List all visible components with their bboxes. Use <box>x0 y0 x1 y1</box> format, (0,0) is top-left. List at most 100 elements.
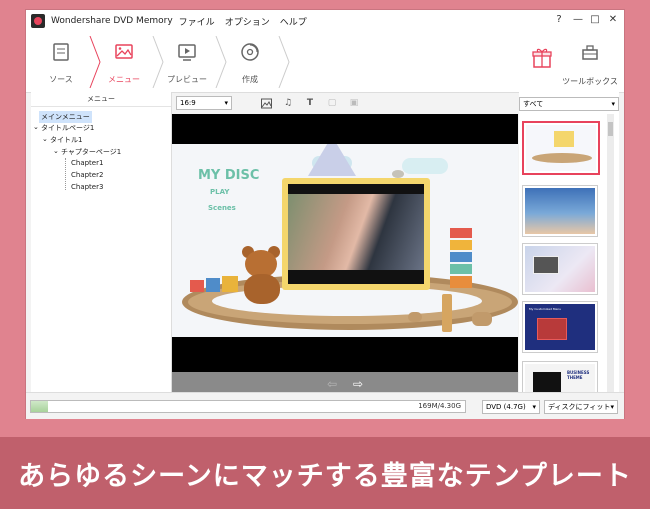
help-button[interactable]: ? <box>552 13 566 27</box>
prev-page-button[interactable]: ⇦ <box>327 377 337 391</box>
template-panel: すべて ▾ My Customized Menu BUSINESS THEME <box>519 92 619 393</box>
toy-train <box>190 274 240 296</box>
template-preview-image <box>525 188 595 234</box>
toolbox-label: ツールボックス <box>562 77 618 86</box>
template-scrollbar[interactable] <box>607 114 614 392</box>
source-icon <box>53 43 69 61</box>
maximize-button[interactable]: □ <box>588 13 602 27</box>
fit-mode-value: ディスクにフィット <box>548 403 611 411</box>
aspect-ratio-value: 16:9 <box>180 99 196 107</box>
template-thumbnail[interactable]: My Customized Menu <box>522 301 598 353</box>
chevron-down-icon: ▾ <box>224 99 228 107</box>
music-icon[interactable]: ♫ <box>282 97 294 109</box>
triangle-shape <box>308 144 356 176</box>
tree-item-main-menu[interactable]: メインメニュー <box>39 111 92 123</box>
crop-icon[interactable]: ▢ <box>326 97 338 109</box>
menu-preview-canvas[interactable]: MY DISC PLAY Scenes <box>172 114 518 372</box>
gift-icon <box>532 48 552 68</box>
step-menu[interactable]: メニュー <box>93 32 155 92</box>
toolbox-button[interactable]: ツールボックス <box>562 40 618 86</box>
chevron-down-icon: ▾ <box>610 403 614 411</box>
step-source[interactable]: ソース <box>30 32 92 92</box>
bear-body <box>244 274 280 304</box>
tree-expander-icon[interactable]: ⌄ <box>42 135 48 143</box>
step-menu-label: メニュー <box>108 75 140 84</box>
scene-play-button[interactable]: PLAY <box>210 188 229 196</box>
template-thumbnail[interactable]: BUSINESS THEME <box>522 361 598 393</box>
tree-item-chapter-page[interactable]: チャプターページ1 <box>61 147 121 157</box>
template-filter-value: すべて <box>523 100 544 108</box>
template-preview-image: BUSINESS THEME <box>525 364 595 393</box>
tree-expander-icon[interactable]: ⌄ <box>33 123 39 131</box>
next-page-button[interactable]: ⇨ <box>353 377 363 391</box>
train-car <box>222 276 238 292</box>
tree-item-chapter[interactable]: Chapter1 <box>71 159 103 167</box>
tree-item-chapter[interactable]: Chapter2 <box>71 171 103 179</box>
editor-toolbar: 16:9 ▾ ♫ T ▢ ▣ <box>172 92 518 114</box>
minimize-button[interactable]: — <box>571 13 585 27</box>
template-thumbnail[interactable] <box>522 185 598 237</box>
menu-editor: 16:9 ▾ ♫ T ▢ ▣ MY DISC PLAY Scenes ⇦ ⇨ <box>172 92 518 396</box>
app-window: Wondershare DVD Memory ファイル オプション ヘルプ ? … <box>26 10 624 419</box>
tree-item-chapter[interactable]: Chapter3 <box>71 183 103 191</box>
rock-shape <box>392 170 404 178</box>
toolbox-icon <box>582 45 598 60</box>
template-thumbnail[interactable] <box>522 243 598 295</box>
step-burn[interactable]: 作成 <box>219 32 281 92</box>
thumb-frame <box>533 372 561 393</box>
disc-usage-text: 169M/4.30G <box>418 402 461 410</box>
disc-usage-fill <box>31 401 48 412</box>
menu-image-icon <box>115 44 133 59</box>
template-preview-image <box>525 246 595 292</box>
block-tower <box>450 228 472 298</box>
caption-text: あらゆるシーンにマッチする豊富なテンプレート <box>18 460 632 492</box>
block <box>450 228 472 238</box>
step-source-label: ソース <box>49 75 73 84</box>
template-preview-image <box>526 125 596 171</box>
app-title: Wondershare DVD Memory <box>51 16 173 26</box>
scrollbar-thumb[interactable] <box>608 122 613 136</box>
step-preview[interactable]: プレビュー <box>156 32 218 92</box>
block <box>450 276 472 288</box>
tree-item-title[interactable]: タイトル1 <box>50 135 82 145</box>
chevron-down-icon: ▾ <box>532 403 536 411</box>
template-filter-select[interactable]: すべて ▾ <box>519 97 619 111</box>
disc-type-select[interactable]: DVD (4.7G) ▾ <box>482 400 540 414</box>
cloud-shape <box>402 158 448 174</box>
tree-guide-line <box>65 158 67 190</box>
menu-help[interactable]: ヘルプ <box>280 15 307 28</box>
menu-panel-header: メニュー <box>31 92 171 107</box>
video-image <box>288 194 424 270</box>
gift-button[interactable] <box>530 46 554 70</box>
video-thumbnail <box>288 184 424 284</box>
step-preview-label: プレビュー <box>167 75 207 84</box>
train-car <box>190 280 204 292</box>
scene-scenes-button[interactable]: Scenes <box>208 204 236 212</box>
text-icon[interactable]: T <box>304 97 316 109</box>
step-burn-label: 作成 <box>242 75 258 84</box>
thumb-frame <box>554 131 574 147</box>
caption-banner: あらゆるシーンにマッチする豊富なテンプレート <box>0 437 650 509</box>
disc-usage-bar: 169M/4.30G <box>30 400 466 413</box>
menu-template-scene: MY DISC PLAY Scenes <box>172 144 518 337</box>
tree-expander-icon[interactable]: ⌄ <box>53 147 59 155</box>
thumb-frame <box>537 318 567 340</box>
save-icon[interactable]: ▣ <box>348 97 360 109</box>
duck-toy <box>408 312 422 322</box>
aspect-ratio-select[interactable]: 16:9 ▾ <box>176 96 232 110</box>
menu-options[interactable]: オプション <box>225 15 270 28</box>
template-thumb-text: My Customized Menu <box>529 307 562 311</box>
template-thumb-text: BUSINESS THEME <box>567 370 590 380</box>
template-thumbnail[interactable] <box>522 121 600 175</box>
photo-frame <box>282 178 430 290</box>
image-icon[interactable] <box>260 97 272 109</box>
scene-title[interactable]: MY DISC <box>198 168 259 183</box>
fit-mode-select[interactable]: ディスクにフィット ▾ <box>544 400 618 414</box>
preview-icon <box>178 44 196 61</box>
template-preview-image: My Customized Menu <box>525 304 595 350</box>
tree-item-title-page[interactable]: タイトルページ1 <box>41 123 94 133</box>
menu-file[interactable]: ファイル <box>179 15 215 28</box>
close-button[interactable]: ✕ <box>606 13 620 27</box>
elephant-toy <box>472 312 492 326</box>
block <box>450 240 472 250</box>
